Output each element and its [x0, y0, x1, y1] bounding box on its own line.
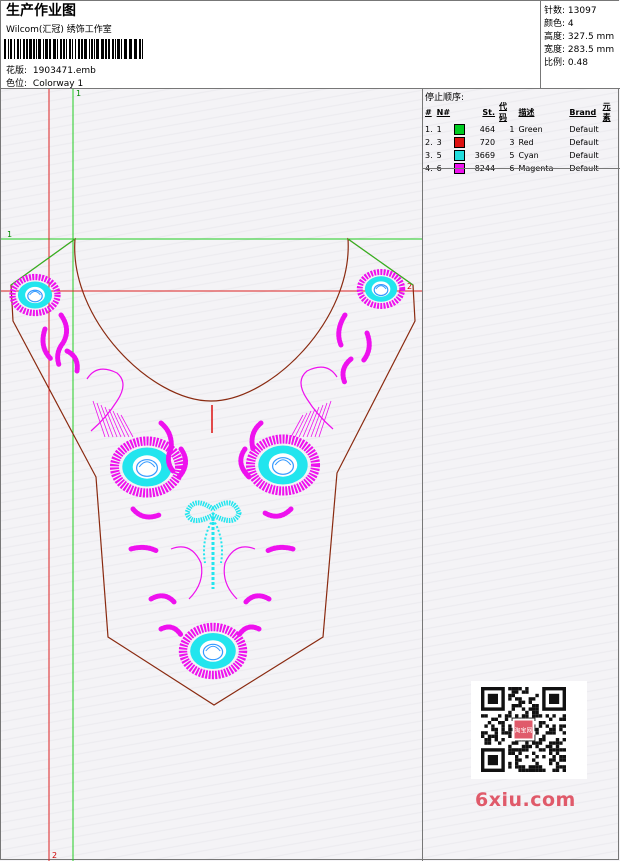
stop-desc: Green: [518, 125, 543, 134]
stop-code: 5: [509, 151, 515, 160]
center-ribbon-tails: [203, 518, 223, 564]
stop-brand: Default: [569, 151, 599, 160]
leaf-sprig: [148, 593, 178, 606]
qr-code: 淘宝网: [471, 681, 587, 779]
stop-row: 2. 3 720 3 Red Default: [423, 136, 620, 149]
stop-brand: Default: [569, 125, 599, 134]
leaf-sprig: [55, 312, 69, 368]
colorway-value: Colorway 1: [32, 79, 84, 89]
stop-element: [601, 136, 620, 149]
guide-label-v2: 2: [52, 851, 57, 860]
stop-sequence-table: # N# St. 代码 描述 Brand 元素 1. 1 464 1 Green Defa…: [423, 101, 620, 175]
stop-table-divider: [423, 168, 620, 169]
page-title: 生产作业图: [6, 3, 76, 19]
stem-curl: [170, 546, 203, 600]
stat-height: 高度: 327.5 mm: [544, 32, 615, 42]
design-file-value: 1903471.emb: [32, 66, 96, 76]
colorway-label: 色位:: [6, 79, 28, 89]
design-file-label: 花版:: [6, 66, 28, 76]
leaf-sprig: [336, 312, 348, 348]
col-brand: Brand: [569, 107, 597, 117]
stop-code: 1: [509, 125, 515, 134]
leaf-sprig: [340, 356, 354, 386]
stop-index: 3.: [425, 151, 433, 160]
leaf-sprig: [40, 326, 54, 362]
leaf-sprig: [128, 544, 160, 554]
stop-code: 3: [509, 138, 515, 147]
stop-brand: Default: [569, 138, 599, 147]
flower-top-right: [356, 269, 406, 309]
color-swatch: [454, 150, 466, 161]
embroidery-design-canvas: 1 1 2 2: [1, 89, 422, 861]
studio-name: Wilcom(汇冠) 绣饰工作室: [6, 25, 112, 35]
stop-index: 1.: [425, 125, 433, 134]
stop-swatch-stitches: 464: [452, 123, 497, 136]
stop-swatch-stitches: 3669: [452, 149, 497, 162]
stitch-count: 3669: [474, 151, 496, 160]
stop-index: 2.: [425, 138, 433, 147]
stats-panel: 针数: 13097 颜色: 4 高度: 327.5 mm 宽度: 283.5 m…: [540, 1, 620, 89]
production-worksheet: 生产作业图 Wilcom(汇冠) 绣饰工作室 花版: 1903471.emb 色…: [0, 0, 620, 861]
header-info: 生产作业图 Wilcom(汇冠) 绣饰工作室: [6, 3, 536, 35]
stop-n: 1: [436, 125, 442, 134]
stem-curl: [223, 546, 256, 600]
leaf-sprig: [64, 348, 80, 374]
stop-n: 5: [436, 151, 442, 160]
col-n: N#: [436, 107, 451, 117]
stop-desc: Red: [518, 138, 534, 147]
flower-top-left: [9, 273, 61, 317]
stop-desc: Cyan: [518, 151, 539, 160]
stat-scale: 比例: 0.48: [544, 58, 588, 68]
yoke-green-edge: [10, 238, 414, 286]
col-stitches: St.: [482, 107, 496, 117]
col-code: 代码: [499, 102, 508, 122]
col-index: #: [425, 107, 432, 117]
stop-n: 3: [436, 138, 442, 147]
col-element: 元素: [602, 102, 611, 122]
color-swatch: [454, 137, 466, 148]
qr-stamp-text: 淘宝网: [514, 727, 532, 735]
flower-bottom: [178, 622, 248, 680]
stitch-count: 464: [479, 125, 496, 134]
color-swatch: [454, 124, 466, 135]
stem-hatch: [318, 400, 332, 438]
watermark-text: 6xiu.com: [475, 789, 576, 811]
stop-row: 1. 1 464 1 Green Default: [423, 123, 620, 136]
stop-swatch-stitches: 720: [452, 136, 497, 149]
guide-label-h1: 1: [7, 230, 12, 239]
design-file-line: 花版: 1903471.emb: [6, 63, 96, 76]
leaf-sprig: [158, 624, 184, 638]
leaf-sprig: [130, 506, 162, 520]
stat-colors: 颜色: 4: [544, 19, 574, 29]
leaf-sprig: [264, 544, 296, 554]
leaf-sprig: [360, 330, 372, 364]
leaf-sprig: [242, 593, 272, 606]
stop-row: 3. 5 3669 5 Cyan Default: [423, 149, 620, 162]
leaf-sprig: [262, 506, 294, 519]
flower-mid-right: [245, 434, 321, 496]
leaf-sprig: [236, 624, 262, 638]
stop-table-header: # N# St. 代码 描述 Brand 元素: [423, 101, 620, 123]
col-desc: 描述: [518, 107, 535, 117]
stat-width: 宽度: 283.5 mm: [544, 45, 615, 55]
stop-element: [601, 123, 620, 136]
colorway-line: 色位: Colorway 1: [6, 76, 83, 89]
stitch-count: 720: [479, 138, 496, 147]
barcode: [4, 39, 143, 59]
stop-element: [601, 149, 620, 162]
stem-curl: [300, 366, 338, 430]
header-panel: 生产作业图 Wilcom(汇冠) 绣饰工作室 花版: 1903471.emb 色…: [1, 1, 620, 89]
stat-stitches: 针数: 13097: [544, 6, 597, 16]
guide-label-v1: 1: [76, 89, 81, 98]
embroidery-motifs: [9, 269, 406, 680]
